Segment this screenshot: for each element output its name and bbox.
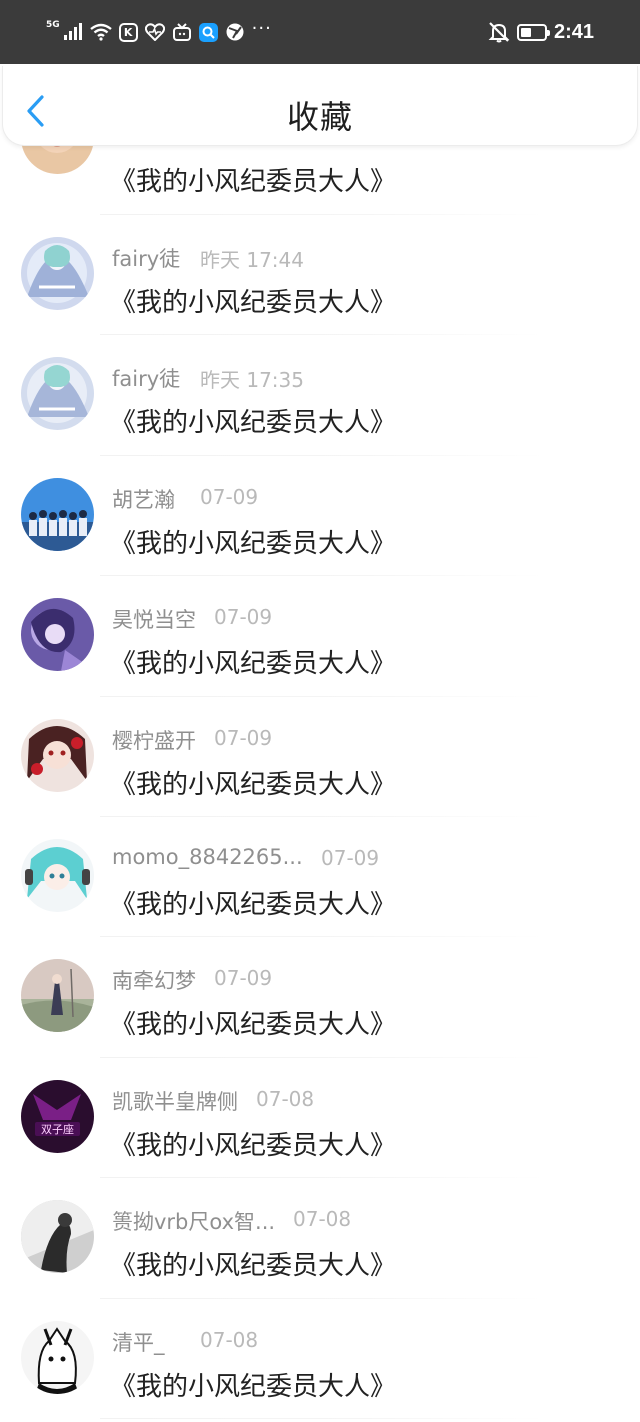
avatar[interactable] <box>21 357 94 431</box>
post-time: 07-09 <box>214 725 273 750</box>
list-item[interactable]: 南牵幻梦 07-09 《我的小风纪委员大人》 <box>0 937 640 1058</box>
app-notification-icon: K <box>118 22 138 42</box>
list-item[interactable]: 清平_ 07-08 《我的小风纪委员大人》 <box>0 1299 640 1419</box>
item-title[interactable]: 《我的小风纪委员大人》 <box>110 282 396 319</box>
list-item[interactable]: fairy徒 昨天 17:44 《我的小风纪委员大人》 <box>0 215 640 336</box>
favorites-list-content: 《我的小风纪委员大人》 fairy徒 昨天 17:44 《我的小风纪委员大人》 fair… <box>0 101 640 1419</box>
post-time: 07-09 <box>214 966 273 991</box>
post-time: 07-09 <box>200 484 259 509</box>
list-item[interactable]: momo_8842265... 07-09 《我的小风纪委员大人》 <box>0 817 640 938</box>
avatar[interactable] <box>21 237 94 310</box>
item-title[interactable]: 《我的小风纪委员大人》 <box>110 161 396 198</box>
status-time: 2:41 <box>553 20 594 43</box>
item-title[interactable]: 《我的小风纪委员大人》 <box>110 402 396 439</box>
svg-text:双子座: 双子座 <box>41 1122 74 1136</box>
item-title[interactable]: 《我的小风纪委员大人》 <box>110 884 396 921</box>
user-name[interactable]: 篑拗vrb尺ox智... <box>112 1210 275 1234</box>
heart-pulse-icon <box>144 23 165 41</box>
bell-off-icon <box>488 21 510 43</box>
item-meta: 昊悦当空 07-09 <box>112 604 272 632</box>
favorites-list[interactable]: 《我的小风纪委员大人》 fairy徒 昨天 17:44 《我的小风纪委员大人》 fair… <box>0 66 640 1422</box>
user-name[interactable]: 昊悦当空 <box>112 608 196 632</box>
item-title[interactable]: 《我的小风纪委员大人》 <box>110 1245 396 1282</box>
item-title[interactable]: 《我的小风纪委员大人》 <box>110 643 396 680</box>
item-title[interactable]: 《我的小风纪委员大人》 <box>110 1125 396 1162</box>
item-meta: 南牵幻梦 07-09 <box>112 965 272 993</box>
wifi-icon <box>89 23 112 41</box>
post-time: 07-09 <box>214 605 273 630</box>
post-time: 07-08 <box>256 1086 315 1111</box>
post-time: 昨天 17:35 <box>200 368 304 393</box>
status-icons-left: 5G K ··· <box>46 18 272 42</box>
user-name[interactable]: 胡艺瀚 <box>112 488 175 512</box>
item-meta: 篑拗vrb尺ox智... 07-08 <box>112 1206 351 1234</box>
list-item[interactable]: 《我的小风纪委员大人》 <box>0 101 640 215</box>
nav-header: 收藏 <box>2 66 638 146</box>
item-title[interactable]: 《我的小风纪委员大人》 <box>110 1004 396 1041</box>
item-title[interactable]: 《我的小风纪委员大人》 <box>110 764 396 801</box>
item-meta: 清平_ 07-08 <box>112 1327 258 1355</box>
list-item[interactable]: 双子座 凯歌半皇牌侧 07-08 《我的小风纪委员大人》 <box>0 1058 640 1179</box>
item-meta: fairy徒 昨天 17:44 <box>112 243 304 272</box>
browser-app-icon <box>225 22 245 42</box>
divider <box>100 1417 544 1419</box>
item-meta: momo_8842265... 07-09 <box>112 845 379 873</box>
status-bar: 5G K ··· 2:41 <box>0 0 640 64</box>
user-name[interactable]: momo_8842265... <box>112 845 303 869</box>
signal-icon <box>63 23 83 41</box>
battery-icon <box>516 23 550 41</box>
user-name[interactable]: fairy徒 <box>112 247 180 271</box>
post-time: 07-09 <box>321 845 380 870</box>
avatar[interactable]: 双子座 <box>21 1079 94 1153</box>
list-item[interactable]: fairy徒 昨天 17:35 《我的小风纪委员大人》 <box>0 335 640 456</box>
network-type-label: 5G <box>46 20 60 30</box>
user-name[interactable]: 南牵幻梦 <box>112 969 196 993</box>
avatar[interactable] <box>21 477 94 551</box>
avatar[interactable] <box>21 1320 94 1394</box>
list-item[interactable]: 胡艺瀚 07-09 《我的小风纪委员大人》 <box>0 456 640 577</box>
item-title[interactable]: 《我的小风纪委员大人》 <box>110 523 396 560</box>
post-time: 07-08 <box>200 1327 259 1352</box>
item-meta: fairy徒 昨天 17:35 <box>112 363 304 392</box>
user-name[interactable]: 樱柠盛开 <box>112 729 196 753</box>
status-icons-right: 2:41 <box>488 21 594 44</box>
more-notifications-icon: ··· <box>251 18 272 39</box>
tv-icon <box>172 23 192 41</box>
item-title[interactable]: 《我的小风纪委员大人》 <box>110 1366 396 1403</box>
avatar[interactable] <box>21 838 94 912</box>
avatar[interactable] <box>21 718 94 792</box>
list-item[interactable]: 樱柠盛开 07-09 《我的小风纪委员大人》 <box>0 697 640 817</box>
list-item[interactable]: 篑拗vrb尺ox智... 07-08 《我的小风纪委员大人》 <box>0 1178 640 1299</box>
avatar[interactable] <box>21 1200 94 1274</box>
avatar[interactable] <box>21 598 94 672</box>
post-time: 昨天 17:44 <box>200 248 304 272</box>
page-title: 收藏 <box>286 98 353 136</box>
list-item[interactable]: 昊悦当空 07-09 《我的小风纪委员大人》 <box>0 576 640 697</box>
battery-level <box>520 27 531 37</box>
user-name[interactable]: 清平_ <box>112 1331 165 1355</box>
search-app-icon <box>198 22 218 42</box>
item-meta: 胡艺瀚 07-09 <box>112 484 258 512</box>
user-name[interactable]: fairy徒 <box>112 367 180 391</box>
item-meta: 凯歌半皇牌侧 07-08 <box>112 1086 314 1114</box>
user-name[interactable]: 凯歌半皇牌侧 <box>112 1090 238 1114</box>
post-time: 07-08 <box>293 1207 352 1232</box>
avatar[interactable] <box>21 959 94 1033</box>
item-meta: 樱柠盛开 07-09 <box>112 725 272 753</box>
